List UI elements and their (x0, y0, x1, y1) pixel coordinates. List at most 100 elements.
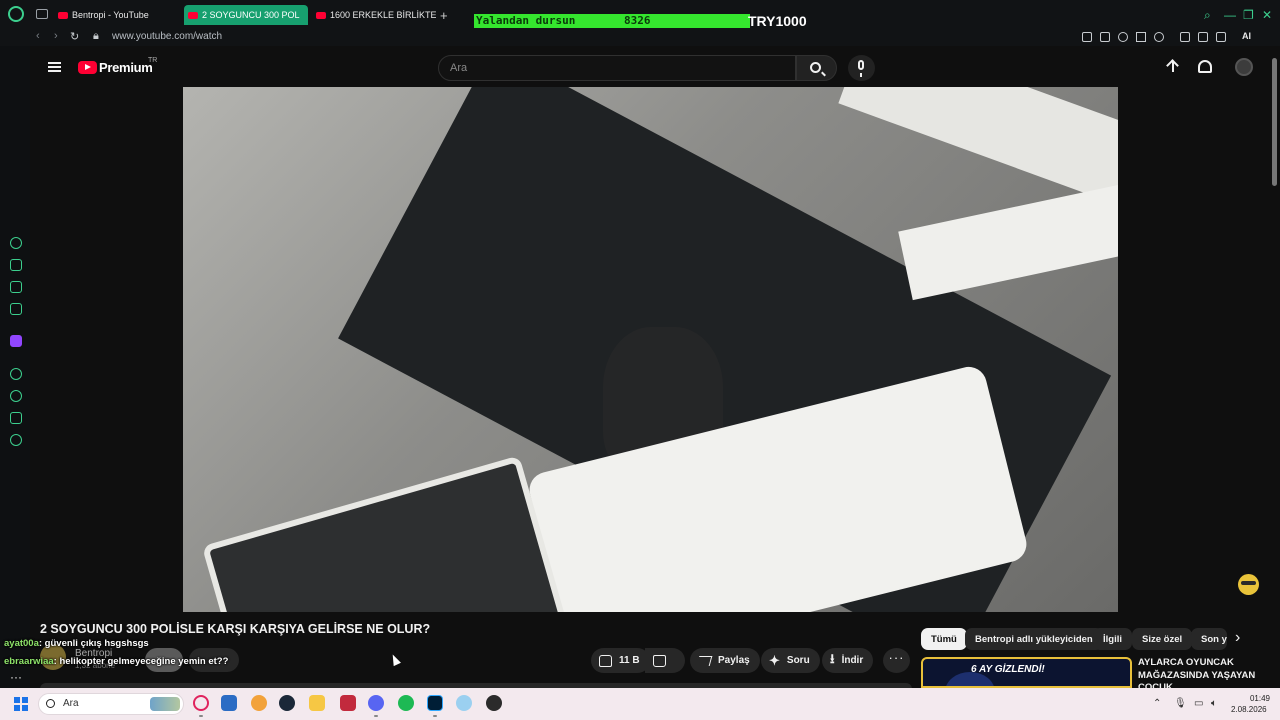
like-button[interactable]: 11 B (591, 648, 650, 673)
taskbar-opera-icon[interactable] (193, 695, 209, 711)
sidebar-refresh-icon[interactable] (10, 237, 22, 249)
youtube-favicon-icon (316, 11, 326, 19)
account-avatar[interactable] (1235, 58, 1253, 76)
windows-start-icon[interactable] (14, 697, 28, 711)
chat-message: ayat00a: güvenli çıkış hsgshsgs (4, 638, 149, 649)
taskbar-folder-icon[interactable] (309, 695, 325, 711)
taskbar-photoshop-icon[interactable] (427, 695, 443, 711)
bookmark-icon[interactable] (1082, 32, 1092, 42)
chip-recent[interactable]: Son yüklenenler (1191, 628, 1227, 650)
back-icon[interactable]: ‹ (36, 30, 40, 42)
share-icon (696, 655, 713, 666)
taskbar-running-indicator (199, 715, 203, 717)
recommendation-badge: 6 AY GİZLENDİ! (971, 664, 1045, 675)
browser-search-icon[interactable]: ⌕ (1204, 8, 1211, 23)
emoji-sunglasses-icon[interactable] (1238, 574, 1259, 595)
taskbar-settings-icon[interactable] (456, 695, 472, 711)
chat-menu-icon[interactable]: ··· (10, 670, 22, 684)
country-code: TR (148, 57, 158, 64)
taskbar-search-label: Ara (63, 698, 79, 709)
sidebar-history-icon[interactable] (10, 390, 22, 402)
youtube-favicon-icon (188, 11, 198, 19)
snapshot-icon[interactable] (1100, 32, 1110, 42)
notifications-bell-icon[interactable] (1198, 60, 1212, 73)
thumb-down-icon (653, 654, 666, 667)
dislike-button[interactable] (645, 648, 685, 673)
taskbar-app-icon[interactable] (340, 695, 356, 711)
sidebar-pen-icon[interactable] (10, 281, 22, 293)
clock-date[interactable]: 2.08.2026 (1231, 705, 1267, 714)
search-button[interactable] (796, 55, 837, 81)
chevron-right-icon[interactable]: › (1235, 629, 1240, 647)
menu-icon[interactable] (48, 62, 61, 72)
sidebar-play-icon[interactable] (10, 368, 22, 380)
taskbar-steam-icon[interactable] (279, 695, 295, 711)
search-input[interactable] (438, 55, 796, 81)
download-icon[interactable] (1216, 32, 1226, 42)
recommendation-title[interactable]: AYLARCA OYUNCAK MAĞAZASINDA YAŞAYAN ÇOCU… (1138, 657, 1258, 688)
video-player[interactable] (183, 87, 1118, 612)
sidebar-m-icon[interactable] (10, 303, 22, 315)
sidebar-bot-icon[interactable] (10, 259, 22, 271)
ask-label: Soru (786, 655, 810, 666)
download-label: İndir (841, 655, 864, 666)
minimize-button[interactable]: — (1224, 8, 1236, 22)
tab-bentropi-youtube[interactable]: Bentropi - YouTube (54, 5, 180, 25)
scrollbar-thumb[interactable] (1272, 58, 1277, 186)
tab-1600-erkekle[interactable]: 1600 ERKEKLE BİRLİKTE O (312, 5, 436, 25)
youtube-logo-icon[interactable] (78, 61, 97, 74)
taskbar-store-icon[interactable] (221, 695, 237, 711)
share-button[interactable]: Paylaş (690, 648, 760, 673)
chip-from-uploader[interactable]: Bentropi adlı yükleyiciden (965, 628, 1103, 650)
taskbar-spotify-icon[interactable] (398, 695, 414, 711)
vpn-icon[interactable] (1118, 32, 1128, 42)
sidebar-twitch-icon[interactable] (10, 335, 22, 347)
sidebar-settings-icon[interactable] (10, 434, 22, 446)
tray-chevron-icon[interactable]: ⌃ (1153, 698, 1161, 709)
new-tab-button[interactable]: + (440, 8, 448, 23)
heart-icon[interactable] (1154, 32, 1164, 42)
like-count: 11 B (619, 655, 640, 666)
player-icon[interactable] (1136, 32, 1146, 42)
microphone-icon (858, 60, 864, 77)
taskbar-discord-icon[interactable] (368, 695, 384, 711)
taskbar-running-indicator (374, 715, 378, 717)
maximize-button[interactable]: ❐ (1243, 8, 1254, 22)
tray-volume-icon[interactable]: 🔈︎ (1211, 698, 1217, 709)
mouse-cursor-icon (389, 652, 401, 667)
search-icon (810, 62, 821, 73)
reload-icon[interactable]: ↻ (70, 30, 79, 43)
aria-ai-button[interactable]: AI (1242, 31, 1251, 41)
chat-message: ebraarwiaa: helikopter gelmeyeceğine yem… (4, 656, 228, 667)
windows-taskbar (0, 688, 1280, 720)
chip-all[interactable]: Tümü (921, 628, 967, 650)
youtube-brand[interactable]: Premium (99, 60, 153, 75)
tab-soyguncu-video[interactable]: 2 SOYGUNCU 300 POL (184, 5, 308, 25)
extensions-icon[interactable] (1180, 32, 1190, 42)
chip-for-you[interactable]: Size özel (1132, 628, 1193, 650)
url-field[interactable]: www.youtube.com/watch (112, 31, 222, 42)
close-window-button[interactable]: ✕ (1262, 8, 1272, 22)
sidebar-extensions-icon[interactable] (10, 412, 22, 424)
download-button[interactable]: ⭳ İndir (822, 648, 874, 673)
forward-icon[interactable]: › (54, 30, 58, 42)
taskbar-game-icon[interactable] (251, 695, 267, 711)
opera-sidebar (0, 46, 30, 688)
taskbar-obs-icon[interactable] (486, 695, 502, 711)
donation-goal-count: 8326 (624, 14, 651, 27)
wallet-icon[interactable] (1198, 32, 1208, 42)
tray-mic-icon[interactable]: 🎙︎ (1174, 698, 1187, 709)
ask-button[interactable]: ✦ Soru (761, 648, 820, 673)
tray-network-icon[interactable]: ▭ (1194, 698, 1203, 709)
chat-username: ayat00a (4, 638, 39, 649)
youtube-favicon-icon (58, 11, 68, 19)
voice-search-button[interactable] (848, 55, 875, 81)
tab-label: 2 SOYGUNCU 300 POL (202, 10, 300, 20)
tab-menu-icon[interactable] (36, 9, 48, 19)
more-actions-icon[interactable]: ··· (883, 648, 910, 673)
opera-logo-icon[interactable] (8, 6, 24, 22)
upload-icon[interactable] (1164, 59, 1182, 77)
download-arrow-icon: ⭳ (830, 650, 835, 666)
clock-time[interactable]: 01:49 (1246, 694, 1270, 703)
chip-related[interactable]: İlgili (1093, 628, 1132, 650)
